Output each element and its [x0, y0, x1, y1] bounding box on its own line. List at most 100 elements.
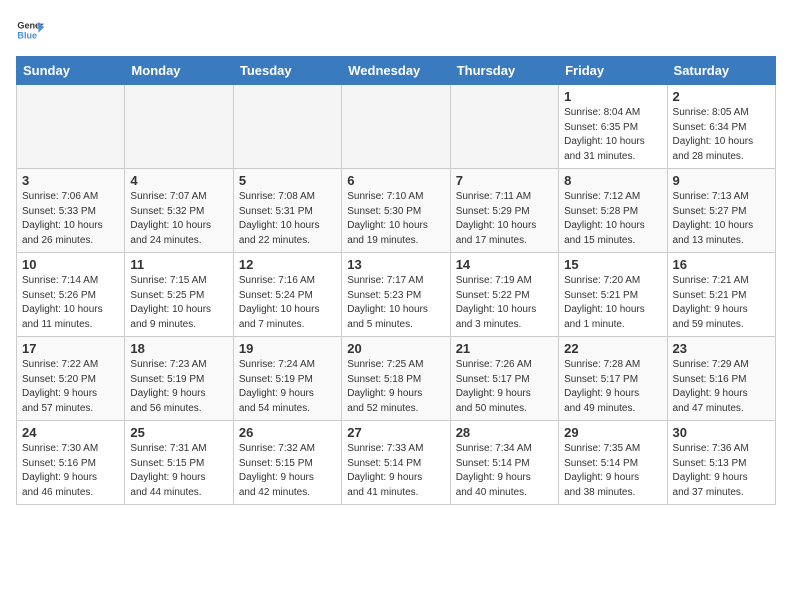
svg-text:Blue: Blue [17, 30, 37, 40]
day-info: Sunrise: 7:10 AM Sunset: 5:30 PM Dayligh… [347, 190, 444, 248]
day-number: 29 [564, 425, 661, 440]
day-number: 9 [673, 173, 770, 188]
day-info: Sunrise: 7:32 AM Sunset: 5:15 PM Dayligh… [239, 442, 336, 500]
day-number: 1 [564, 89, 661, 104]
day-number: 4 [130, 173, 227, 188]
page-header: General Blue [16, 16, 776, 44]
calendar-cell: 20 Sunrise: 7:25 AM Sunset: 5:18 PM Dayli… [342, 337, 450, 421]
day-number: 17 [22, 341, 119, 356]
calendar-cell: 11 Sunrise: 7:15 AM Sunset: 5:25 PM Dayli… [125, 253, 233, 337]
calendar-week-row: 24Sunrise: 7:30 AM Sunset: 5:16 PM Dayli… [17, 421, 776, 505]
calendar-cell: 13 Sunrise: 7:17 AM Sunset: 5:23 PM Dayli… [342, 253, 450, 337]
calendar-cell: 21 Sunrise: 7:26 AM Sunset: 5:17 PM Dayli… [450, 337, 558, 421]
calendar-cell: 27 Sunrise: 7:33 AM Sunset: 5:14 PM Dayli… [342, 421, 450, 505]
calendar-cell [342, 85, 450, 169]
day-info: Sunrise: 7:23 AM Sunset: 5:19 PM Dayligh… [130, 358, 227, 416]
day-number: 23 [673, 341, 770, 356]
calendar-cell: 19Sunrise: 7:24 AM Sunset: 5:19 PM Dayli… [233, 337, 341, 421]
weekday-header: Tuesday [233, 57, 341, 85]
day-number: 21 [456, 341, 553, 356]
day-info: Sunrise: 7:34 AM Sunset: 5:14 PM Dayligh… [456, 442, 553, 500]
weekday-header: Sunday [17, 57, 125, 85]
weekday-header: Friday [559, 57, 667, 85]
day-info: Sunrise: 7:08 AM Sunset: 5:31 PM Dayligh… [239, 190, 336, 248]
calendar-cell: 3 Sunrise: 7:06 AM Sunset: 5:33 PM Daylig… [17, 169, 125, 253]
day-number: 16 [673, 257, 770, 272]
calendar-cell: 17 Sunrise: 7:22 AM Sunset: 5:20 PM Dayli… [17, 337, 125, 421]
day-info: Sunrise: 7:16 AM Sunset: 5:24 PM Dayligh… [239, 274, 336, 332]
day-info: Sunrise: 7:06 AM Sunset: 5:33 PM Dayligh… [22, 190, 119, 248]
weekday-header: Thursday [450, 57, 558, 85]
logo-icon: General Blue [16, 16, 44, 44]
day-number: 8 [564, 173, 661, 188]
calendar-cell: 15 Sunrise: 7:20 AM Sunset: 5:21 PM Dayli… [559, 253, 667, 337]
calendar-cell: 24Sunrise: 7:30 AM Sunset: 5:16 PM Dayli… [17, 421, 125, 505]
calendar-cell: 4 Sunrise: 7:07 AM Sunset: 5:32 PM Daylig… [125, 169, 233, 253]
day-info: Sunrise: 7:26 AM Sunset: 5:17 PM Dayligh… [456, 358, 553, 416]
day-number: 5 [239, 173, 336, 188]
day-number: 25 [130, 425, 227, 440]
day-number: 6 [347, 173, 444, 188]
calendar-cell: 26 Sunrise: 7:32 AM Sunset: 5:15 PM Dayli… [233, 421, 341, 505]
day-info: Sunrise: 7:15 AM Sunset: 5:25 PM Dayligh… [130, 274, 227, 332]
day-number: 3 [22, 173, 119, 188]
day-number: 13 [347, 257, 444, 272]
weekday-header: Monday [125, 57, 233, 85]
day-info: Sunrise: 7:14 AM Sunset: 5:26 PM Dayligh… [22, 274, 119, 332]
calendar-week-row: 17 Sunrise: 7:22 AM Sunset: 5:20 PM Dayli… [17, 337, 776, 421]
weekday-header: Saturday [667, 57, 775, 85]
day-number: 22 [564, 341, 661, 356]
day-number: 2 [673, 89, 770, 104]
day-info: Sunrise: 7:11 AM Sunset: 5:29 PM Dayligh… [456, 190, 553, 248]
calendar-cell [17, 85, 125, 169]
calendar-cell: 5 Sunrise: 7:08 AM Sunset: 5:31 PM Daylig… [233, 169, 341, 253]
calendar-cell: 9 Sunrise: 7:13 AM Sunset: 5:27 PM Daylig… [667, 169, 775, 253]
day-info: Sunrise: 8:04 AM Sunset: 6:35 PM Dayligh… [564, 106, 661, 164]
day-info: Sunrise: 7:33 AM Sunset: 5:14 PM Dayligh… [347, 442, 444, 500]
calendar-cell: 10 Sunrise: 7:14 AM Sunset: 5:26 PM Dayli… [17, 253, 125, 337]
logo: General Blue [16, 16, 48, 44]
day-info: Sunrise: 7:19 AM Sunset: 5:22 PM Dayligh… [456, 274, 553, 332]
day-number: 20 [347, 341, 444, 356]
day-number: 27 [347, 425, 444, 440]
calendar-cell: 2Sunrise: 8:05 AM Sunset: 6:34 PM Daylig… [667, 85, 775, 169]
day-info: Sunrise: 7:13 AM Sunset: 5:27 PM Dayligh… [673, 190, 770, 248]
day-number: 14 [456, 257, 553, 272]
day-info: Sunrise: 7:22 AM Sunset: 5:20 PM Dayligh… [22, 358, 119, 416]
calendar-cell: 16 Sunrise: 7:21 AM Sunset: 5:21 PM Dayli… [667, 253, 775, 337]
calendar-week-row: 3 Sunrise: 7:06 AM Sunset: 5:33 PM Daylig… [17, 169, 776, 253]
day-info: Sunrise: 7:17 AM Sunset: 5:23 PM Dayligh… [347, 274, 444, 332]
day-info: Sunrise: 7:20 AM Sunset: 5:21 PM Dayligh… [564, 274, 661, 332]
calendar-cell: 18Sunrise: 7:23 AM Sunset: 5:19 PM Dayli… [125, 337, 233, 421]
day-number: 15 [564, 257, 661, 272]
day-number: 11 [130, 257, 227, 272]
day-info: Sunrise: 7:12 AM Sunset: 5:28 PM Dayligh… [564, 190, 661, 248]
calendar-cell: 22Sunrise: 7:28 AM Sunset: 5:17 PM Dayli… [559, 337, 667, 421]
calendar-cell: 29Sunrise: 7:35 AM Sunset: 5:14 PM Dayli… [559, 421, 667, 505]
day-number: 30 [673, 425, 770, 440]
calendar-table: SundayMondayTuesdayWednesdayThursdayFrid… [16, 56, 776, 505]
day-number: 10 [22, 257, 119, 272]
day-info: Sunrise: 7:24 AM Sunset: 5:19 PM Dayligh… [239, 358, 336, 416]
calendar-cell: 30Sunrise: 7:36 AM Sunset: 5:13 PM Dayli… [667, 421, 775, 505]
calendar-cell [233, 85, 341, 169]
weekday-header: Wednesday [342, 57, 450, 85]
day-number: 7 [456, 173, 553, 188]
calendar-cell: 23 Sunrise: 7:29 AM Sunset: 5:16 PM Dayli… [667, 337, 775, 421]
calendar-week-row: 1 Sunrise: 8:04 AM Sunset: 6:35 PM Daylig… [17, 85, 776, 169]
weekday-header-row: SundayMondayTuesdayWednesdayThursdayFrid… [17, 57, 776, 85]
day-number: 28 [456, 425, 553, 440]
calendar-cell: 6 Sunrise: 7:10 AM Sunset: 5:30 PM Daylig… [342, 169, 450, 253]
day-info: Sunrise: 7:29 AM Sunset: 5:16 PM Dayligh… [673, 358, 770, 416]
calendar-cell: 14 Sunrise: 7:19 AM Sunset: 5:22 PM Dayli… [450, 253, 558, 337]
calendar-cell: 25Sunrise: 7:31 AM Sunset: 5:15 PM Dayli… [125, 421, 233, 505]
calendar-cell: 12Sunrise: 7:16 AM Sunset: 5:24 PM Dayli… [233, 253, 341, 337]
calendar-cell: 1 Sunrise: 8:04 AM Sunset: 6:35 PM Daylig… [559, 85, 667, 169]
day-info: Sunrise: 7:21 AM Sunset: 5:21 PM Dayligh… [673, 274, 770, 332]
day-info: Sunrise: 7:07 AM Sunset: 5:32 PM Dayligh… [130, 190, 227, 248]
day-info: Sunrise: 7:25 AM Sunset: 5:18 PM Dayligh… [347, 358, 444, 416]
calendar-cell: 28 Sunrise: 7:34 AM Sunset: 5:14 PM Dayli… [450, 421, 558, 505]
calendar-week-row: 10 Sunrise: 7:14 AM Sunset: 5:26 PM Dayli… [17, 253, 776, 337]
calendar-cell [450, 85, 558, 169]
day-number: 26 [239, 425, 336, 440]
